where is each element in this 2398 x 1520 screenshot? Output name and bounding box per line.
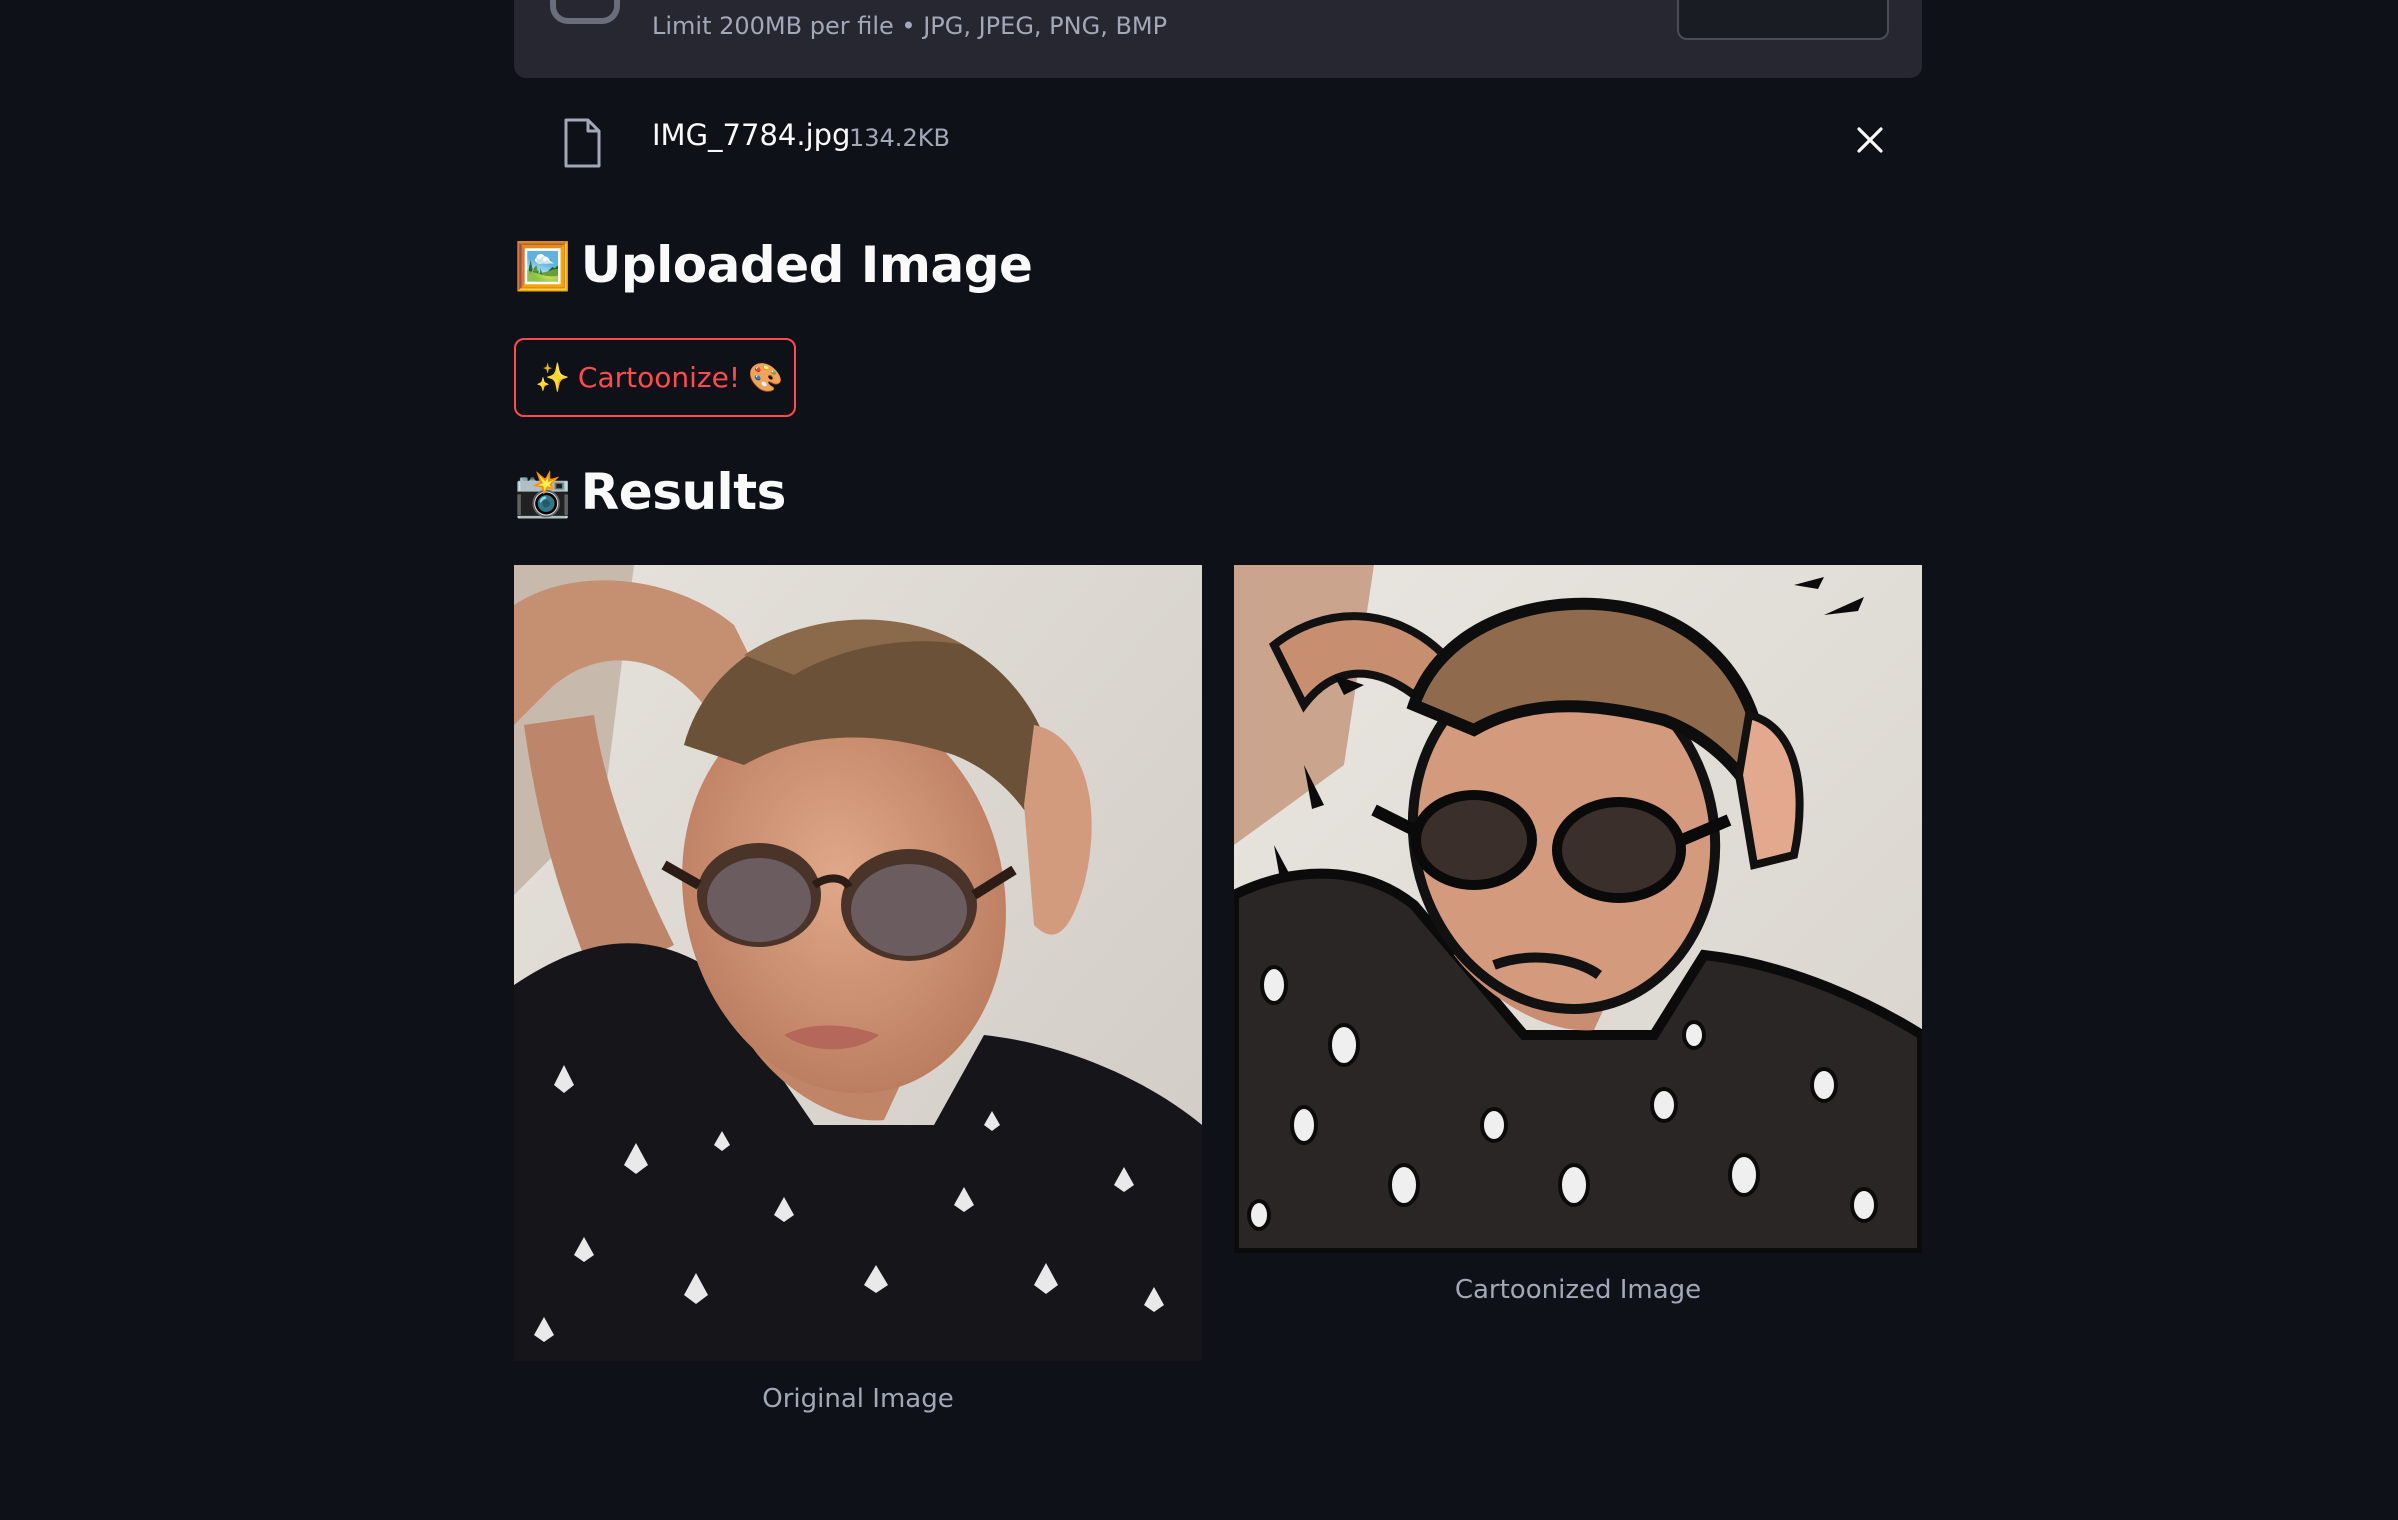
framed-picture-icon: 🖼️ (514, 239, 571, 293)
cartoonize-button[interactable]: ✨ Cartoonize! 🎨 (514, 338, 796, 417)
file-icon (562, 118, 602, 168)
palette-icon: 🎨 (748, 361, 783, 394)
uploaded-file-row: IMG_7784.jpg 134.2KB (514, 108, 1922, 172)
file-size: 134.2KB (849, 124, 950, 152)
results-heading: 📸 Results (514, 463, 786, 521)
file-uploader-dropzone[interactable]: Limit 200MB per file • JPG, JPEG, PNG, B… (514, 0, 1922, 78)
main-container: Limit 200MB per file • JPG, JPEG, PNG, B… (514, 0, 1922, 1520)
cartoonize-button-label: Cartoonize! (577, 361, 741, 394)
camera-flash-icon: 📸 (514, 466, 571, 520)
file-name: IMG_7784.jpg (652, 118, 851, 152)
cartoonized-image-caption: Cartoonized Image (1454, 1275, 1702, 1305)
uploaded-image-title: Uploaded Image (580, 236, 1033, 294)
sparkles-icon: ✨ (535, 361, 570, 394)
cartoonized-image (1234, 565, 1922, 1253)
browse-files-button[interactable] (1677, 0, 1889, 40)
original-image-caption: Original Image (762, 1384, 954, 1414)
uploaded-image-heading: 🖼️ Uploaded Image (514, 236, 1033, 294)
results-title: Results (580, 463, 787, 521)
cloud-upload-icon (550, 0, 620, 24)
original-image (514, 565, 1202, 1361)
upload-limit-text: Limit 200MB per file • JPG, JPEG, PNG, B… (652, 12, 1168, 40)
close-icon[interactable] (1854, 124, 1886, 156)
